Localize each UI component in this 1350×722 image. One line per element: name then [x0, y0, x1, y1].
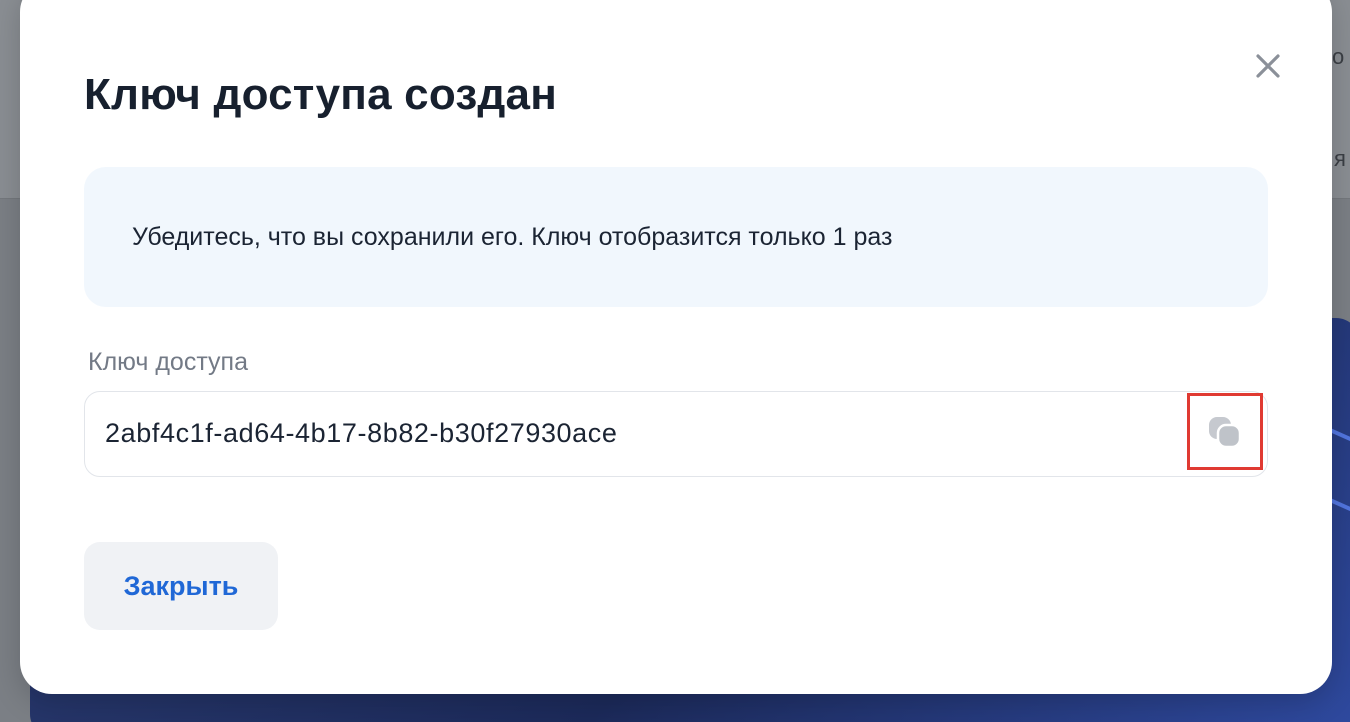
background-text-fragment: я: [1334, 146, 1346, 171]
warning-notice: Убедитесь, что вы сохранили его. Ключ от…: [84, 167, 1268, 307]
access-key-dialog: Ключ доступа создан Убедитесь, что вы со…: [20, 0, 1332, 694]
notice-text: Убедитесь, что вы сохранили его. Ключ от…: [132, 223, 893, 251]
copy-key-button[interactable]: [1187, 393, 1263, 470]
access-key-value[interactable]: 2abf4c1f-ad64-4b17-8b82-b30f27930ace: [105, 418, 618, 449]
close-dialog-button[interactable]: [1248, 46, 1288, 86]
copy-icon: [1209, 416, 1242, 448]
close-button[interactable]: Закрыть: [84, 542, 278, 630]
close-icon: [1256, 54, 1280, 78]
background-text-fragment: о: [1332, 44, 1345, 69]
dialog-title: Ключ доступа создан: [84, 70, 557, 119]
access-key-label: Ключ доступа: [88, 348, 248, 376]
access-key-field[interactable]: 2abf4c1f-ad64-4b17-8b82-b30f27930ace: [84, 391, 1268, 477]
